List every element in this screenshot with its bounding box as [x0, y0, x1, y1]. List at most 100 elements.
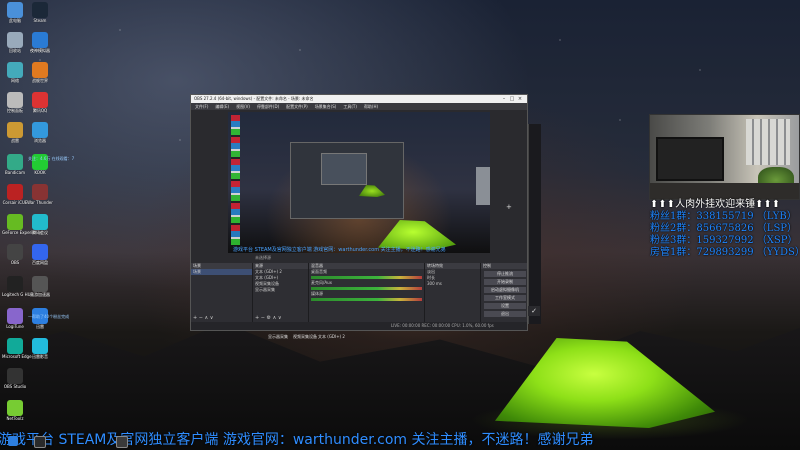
desktop-icon[interactable]: 迅雷影音 [27, 338, 53, 359]
obs-menu-item[interactable]: 配置文件(P) [286, 104, 308, 110]
desktop-icon-label: 战雷 [11, 138, 19, 143]
app-icon [7, 308, 23, 324]
app-icon [7, 214, 23, 230]
desktop-icon-label: 迅雷 [36, 324, 44, 329]
desktop-icon-label: LogiTune [6, 324, 24, 329]
obs-window[interactable]: OBS 27.2.4 (64-bit, windows) - 配置文件: 未命名… [190, 94, 528, 331]
desktop-icon[interactable]: Steam [27, 2, 53, 23]
preview-ticker: 游戏平台 STEAM及官网独立客户端 游戏官网：warthunder.com 关… [233, 247, 446, 253]
audio-meter [311, 276, 422, 279]
obs-menu-item[interactable]: 停靠部件(D) [257, 104, 279, 110]
desktop-icon-label: Corsair iCUE [2, 200, 28, 205]
desktop-icon[interactable]: LogiTune [2, 308, 28, 329]
desktop-icon[interactable]: OBS [2, 244, 28, 265]
desktop-icon-label: KOOK [34, 170, 46, 175]
source-item[interactable]: 显示器采集 [253, 287, 308, 293]
app-icon [7, 62, 23, 78]
obs-menu-item[interactable]: 工具(T) [343, 104, 357, 110]
desktop-icon[interactable]: 战舰世界 [27, 62, 53, 83]
desktop-icon[interactable]: 回收站 [2, 32, 28, 53]
maximize-icon[interactable]: □ [508, 95, 516, 103]
taskbar-preview-item[interactable]: 显示器采集 [268, 334, 288, 340]
obs-menu-item[interactable]: 场景集合(S) [315, 104, 337, 110]
obs-menu-item[interactable]: 帮助(H) [364, 104, 378, 110]
webcam-overlay [649, 114, 800, 200]
preview-cam-thumb [476, 167, 490, 205]
controls-dock: 控制 停止推流 开始录制 启动虚拟摄像机 工作室模式 设置 退出 [481, 263, 527, 323]
obs-statusbar: LIVE: 00:00:00 REC: 00:00:00 CPU: 1.0%, … [191, 322, 527, 330]
desktop-icon[interactable]: OBS Studio [2, 368, 28, 389]
audio-meter [311, 287, 422, 290]
desktop-icon[interactable]: Logitech G HUB [2, 276, 34, 297]
cam-window [746, 119, 790, 165]
desktop-icon[interactable]: War Thunder [27, 184, 53, 205]
desktop-icon-label: Bandicam [5, 170, 25, 175]
fan-group-line: 粉丝3群：159327992 （XSP） [650, 235, 798, 246]
obs-titlebar[interactable]: OBS 27.2.4 (64-bit, windows) - 配置文件: 未命名… [191, 95, 527, 103]
stop-stream-button[interactable]: 停止推流 [484, 271, 526, 277]
desktop-icon[interactable]: 此电脑 [2, 2, 28, 23]
start-record-button[interactable]: 开始录制 [484, 279, 526, 285]
notification-follow-count: 关注：4.6万 在线观看：7 [28, 156, 75, 161]
desktop-icon[interactable]: 腾讯会议 [27, 214, 53, 235]
desktop-icon[interactable]: 百度网盘 [27, 244, 53, 265]
obs-menu-item[interactable]: 编辑(E) [215, 104, 229, 110]
settings-button[interactable]: 设置 [484, 303, 526, 309]
studio-mode-button[interactable]: 工作室模式 [484, 295, 526, 301]
nested-obs-preview [290, 142, 404, 219]
desktop-icon[interactable]: NetToolz [2, 400, 28, 421]
app-icon [32, 184, 48, 200]
desktop-icon[interactable]: Corsair iCUE [2, 184, 28, 205]
obs-menu-item[interactable]: 文件(F) [195, 104, 208, 110]
desktop-icon[interactable]: 浏览器 [27, 122, 53, 143]
app-icon [7, 154, 23, 170]
desktop-icon[interactable]: 迅游加速器 [27, 276, 53, 297]
desktop-icon-label: Logitech G HUB [2, 292, 34, 297]
transition-duration[interactable]: 300 ms [425, 281, 480, 287]
taskbar-preview-item[interactable]: 文本 (GDI+) 2 [318, 334, 345, 340]
mixer-channel: 桌面音频 [311, 269, 327, 274]
crosshair-icon: + [506, 203, 512, 211]
nested-obs-preview-inner [321, 153, 367, 185]
source-add-remove-icons[interactable]: + − ⚙ ∧ ∨ [255, 315, 282, 321]
desktop-icon[interactable]: 控制面板 [2, 92, 28, 113]
desktop-icon-label: 回收站 [9, 48, 21, 53]
desktop-icon[interactable]: GeForce Experience [2, 214, 42, 235]
side-check-icon[interactable]: ✓ [528, 306, 540, 316]
mixer-dock: 混音器 桌面音频 麦克风/Aux 媒体源 [309, 263, 425, 323]
desktop-icon[interactable]: 战雷 [2, 122, 28, 143]
app-icon [7, 32, 23, 48]
obs-menu-item[interactable]: 视图(V) [236, 104, 250, 110]
exit-button[interactable]: 退出 [484, 311, 526, 317]
cam-desk [650, 183, 799, 199]
app-icon [7, 122, 23, 138]
close-icon[interactable]: × [516, 95, 524, 103]
app-icon [32, 276, 48, 292]
desktop-icon[interactable]: 网络 [2, 62, 28, 83]
scene-add-remove-icons[interactable]: + − ∧ ∨ [193, 315, 213, 321]
desktop-icon-label: War Thunder [27, 200, 53, 205]
cam-monitor [656, 137, 724, 181]
app-icon [32, 214, 48, 230]
taskbar-windows-icon[interactable] [8, 436, 18, 446]
desktop-icon[interactable]: Bandicam [2, 154, 28, 175]
ticker-text: 游戏平台 STEAM及官网独立客户端 游戏官网：warthunder.com 关… [0, 432, 594, 448]
taskbar-preview-item[interactable]: 视频采集设备 [293, 334, 317, 340]
minimize-icon[interactable]: – [500, 95, 508, 103]
desktop-icon-label: Microsoft Edge [2, 354, 32, 359]
desktop-icon[interactable]: Microsoft Edge [2, 338, 32, 359]
scene-item[interactable]: 场景 [191, 269, 252, 275]
overlay-title: ⬆⬆⬆人肉外挂欢迎来锤⬆⬆⬆ [650, 199, 781, 210]
fan-group-line: 粉丝1群：338155719 （LYB） [650, 211, 797, 222]
desktop-icon-label: 控制面板 [7, 108, 23, 113]
desktop-icon-label: 迅游加速器 [30, 292, 50, 297]
obs-preview[interactable]: 游戏平台 STEAM及官网独立客户端 游戏官网：warthunder.com 关… [228, 112, 490, 253]
app-icon [7, 368, 23, 384]
taskbar-app-icon[interactable] [116, 436, 128, 448]
taskbar-app-icon[interactable] [34, 436, 46, 448]
obs-title: OBS 27.2.4 (64-bit, windows) - 配置文件: 未命名… [194, 96, 314, 101]
desktop-icon[interactable]: 腾讯QQ [27, 92, 53, 113]
virtual-camera-button[interactable]: 启动虚拟摄像机 [484, 287, 526, 293]
desktop-icon[interactable]: 夜神模拟器 [27, 32, 53, 53]
app-icon [32, 122, 48, 138]
